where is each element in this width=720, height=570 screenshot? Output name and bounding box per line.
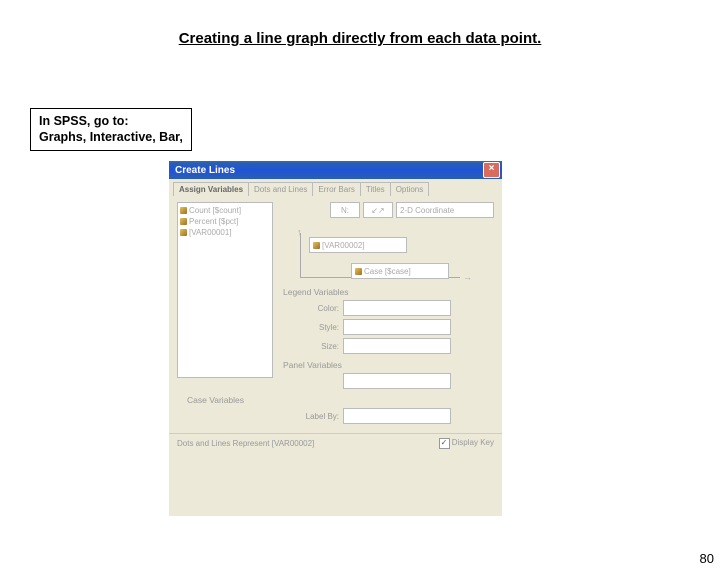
footer-represent: Dots and Lines Represent [VAR00002]	[177, 439, 314, 448]
panel-section: Panel Variables	[283, 360, 494, 370]
list-item[interactable]: Count [$count]	[180, 205, 270, 216]
assignment-panel: N: ↙↗ 2-D Coordinate ↑ [VAR00002] Case […	[279, 202, 494, 427]
legend-section: Legend Variables	[283, 287, 494, 297]
var-icon	[355, 268, 362, 275]
tab-row: Assign Variables Dots and Lines Error Ba…	[169, 179, 502, 196]
checkbox-icon: ✓	[439, 438, 450, 449]
case-section: Case Variables	[187, 395, 494, 405]
style-label: Style:	[283, 323, 339, 332]
panel-field[interactable]	[343, 373, 451, 389]
label-by-field[interactable]	[343, 408, 451, 424]
page-number: 80	[700, 551, 714, 566]
instruction-line1: In SPSS, go to:	[39, 113, 183, 129]
var-icon	[180, 229, 187, 236]
slide-title: Creating a line graph directly from each…	[0, 30, 720, 47]
var-icon	[180, 218, 187, 225]
list-item[interactable]: [VAR00001]	[180, 227, 270, 238]
var-icon	[313, 242, 320, 249]
instruction-box: In SPSS, go to: Graphs, Interactive, Bar…	[30, 108, 192, 151]
color-label: Color:	[283, 304, 339, 313]
size-label: Size:	[283, 342, 339, 351]
list-item[interactable]: Percent [$pct]	[180, 216, 270, 227]
var-icon	[180, 207, 187, 214]
spss-dialog: Create Lines × Assign Variables Dots and…	[169, 161, 502, 516]
arrow-right-icon: →	[463, 272, 472, 282]
y-axis-line	[300, 233, 301, 277]
window-title: Create Lines	[175, 165, 235, 176]
tab-assign-variables[interactable]: Assign Variables	[173, 182, 249, 196]
color-field[interactable]	[343, 300, 451, 316]
tab-titles[interactable]: Titles	[361, 182, 391, 196]
variable-list[interactable]: Count [$count] Percent [$pct] [VAR00001]	[177, 202, 273, 378]
tab-dots-lines[interactable]: Dots and Lines	[249, 182, 313, 196]
tab-options[interactable]: Options	[391, 182, 430, 196]
titlebar: Create Lines ×	[169, 161, 502, 179]
coord-select[interactable]: 2-D Coordinate	[396, 202, 494, 218]
close-icon[interactable]: ×	[483, 162, 500, 178]
display-key-checkbox[interactable]: ✓ Display Key	[439, 438, 494, 449]
instruction-line2: Graphs, Interactive, Bar,	[39, 129, 183, 145]
x-axis-field[interactable]: Case [$case]	[351, 263, 449, 279]
tab-error-bars[interactable]: Error Bars	[313, 182, 360, 196]
swap-axes-button[interactable]: ↙↗	[363, 202, 393, 218]
size-field[interactable]	[343, 338, 451, 354]
label-by-label: Label By:	[283, 412, 339, 421]
dialog-content: Count [$count] Percent [$pct] [VAR00001]…	[169, 196, 502, 433]
dialog-footer: Dots and Lines Represent [VAR00002] ✓ Di…	[169, 433, 502, 453]
y-axis-field[interactable]: [VAR00002]	[309, 237, 407, 253]
style-field[interactable]	[343, 319, 451, 335]
orientation-button[interactable]: N:	[330, 202, 360, 218]
